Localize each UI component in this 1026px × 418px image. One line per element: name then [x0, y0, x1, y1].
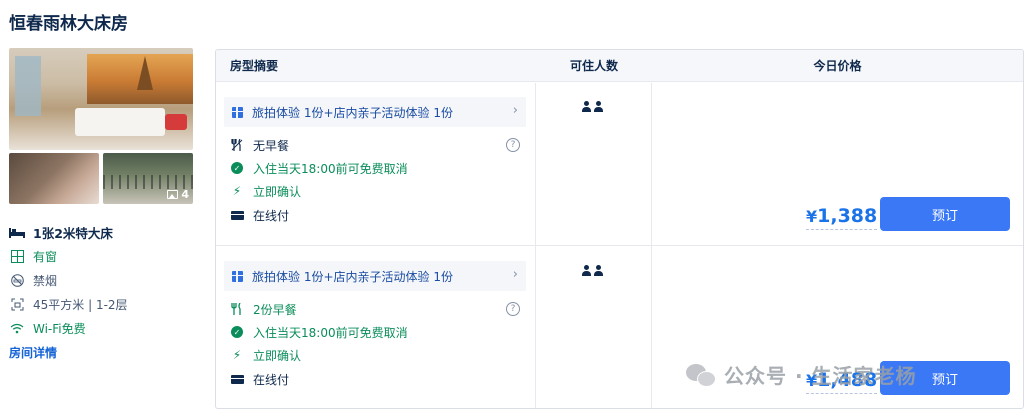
meal-info: 无早餐: [230, 135, 289, 155]
image-icon: [167, 190, 179, 199]
room-photo-thumb-more[interactable]: 4: [103, 153, 193, 204]
bed-icon: [9, 224, 25, 240]
cancel-policy: ✓ 入住当天18:00前可免费取消: [230, 322, 408, 342]
area-icon: [9, 296, 25, 312]
person-icon: [582, 265, 591, 276]
person-icon: [594, 265, 603, 276]
header-price: 今日价格: [813, 59, 862, 73]
price: ¥1,488: [806, 369, 878, 394]
header-room-summary: 房型摘要: [230, 59, 279, 73]
wifi-icon: [9, 320, 25, 336]
utensils-icon: [230, 303, 244, 315]
rate-table: 房型摘要 可住人数 今日价格 旅拍体验 1份+店内亲子活动体验 1份 › 无早餐…: [215, 49, 1024, 409]
window-icon: [9, 248, 25, 264]
room-photos[interactable]: 4: [9, 48, 193, 204]
amenity-bed: 1张2米特大床: [9, 220, 199, 244]
book-button[interactable]: 预订: [880, 197, 1010, 231]
rate-row: 旅拍体验 1份+店内亲子活动体验 1份 › 无早餐 ? ✓ 入住当天18:00前…: [216, 83, 1023, 246]
price: ¥1,388: [806, 205, 878, 230]
room-amenities: 1张2米特大床 有窗 禁烟 45平方米 | 1-2层 Wi-Fi免费 房间详情: [9, 220, 199, 361]
book-button[interactable]: 预订: [880, 361, 1010, 395]
person-icon: [582, 101, 591, 112]
instant-confirm: ⚡ 立即确认: [230, 345, 301, 365]
help-icon[interactable]: ?: [506, 302, 520, 316]
card-icon: [230, 374, 244, 384]
help-icon[interactable]: ?: [506, 138, 520, 152]
card-icon: [230, 210, 244, 220]
promo-banner[interactable]: 旅拍体验 1份+店内亲子活动体验 1份 ›: [224, 97, 526, 127]
check-circle-icon: ✓: [231, 326, 243, 338]
rate-table-header: 房型摘要 可住人数 今日价格: [216, 50, 1023, 82]
occupancy-2: [582, 101, 603, 112]
amenity-size: 45平方米 | 1-2层: [9, 292, 199, 316]
header-occupancy: 可住人数: [569, 59, 618, 73]
payment-type: 在线付: [230, 205, 289, 225]
chevron-right-icon: ›: [512, 267, 518, 282]
room-title: 恒春雨林大床房: [9, 14, 128, 34]
gift-icon: [232, 270, 243, 282]
room-details-link[interactable]: 房间详情: [9, 344, 199, 361]
utensils-icon: [230, 139, 244, 151]
occupancy-2: [582, 265, 603, 276]
photo-count-badge: 4: [167, 188, 189, 201]
meal-info: 2份早餐: [230, 299, 297, 319]
check-circle-icon: ✓: [231, 162, 243, 174]
room-photo-main[interactable]: [9, 48, 193, 150]
chevron-right-icon: ›: [512, 103, 518, 118]
amenity-smoking: 禁烟: [9, 268, 199, 292]
payment-type: 在线付: [230, 369, 289, 389]
amenity-wifi: Wi-Fi免费: [9, 316, 199, 340]
room-photo-thumb[interactable]: [9, 153, 99, 204]
no-smoking-icon: [9, 272, 25, 288]
rate-row: 旅拍体验 1份+店内亲子活动体验 1份 › 2份早餐 ? ✓ 入住当天18:00…: [216, 247, 1023, 408]
promo-banner[interactable]: 旅拍体验 1份+店内亲子活动体验 1份 ›: [224, 261, 526, 291]
instant-confirm: ⚡ 立即确认: [230, 181, 301, 201]
amenity-window: 有窗: [9, 244, 199, 268]
gift-icon: [232, 106, 243, 118]
person-icon: [594, 101, 603, 112]
cancel-policy: ✓ 入住当天18:00前可免费取消: [230, 158, 408, 178]
bolt-icon: ⚡: [232, 348, 242, 362]
bolt-icon: ⚡: [232, 184, 242, 198]
